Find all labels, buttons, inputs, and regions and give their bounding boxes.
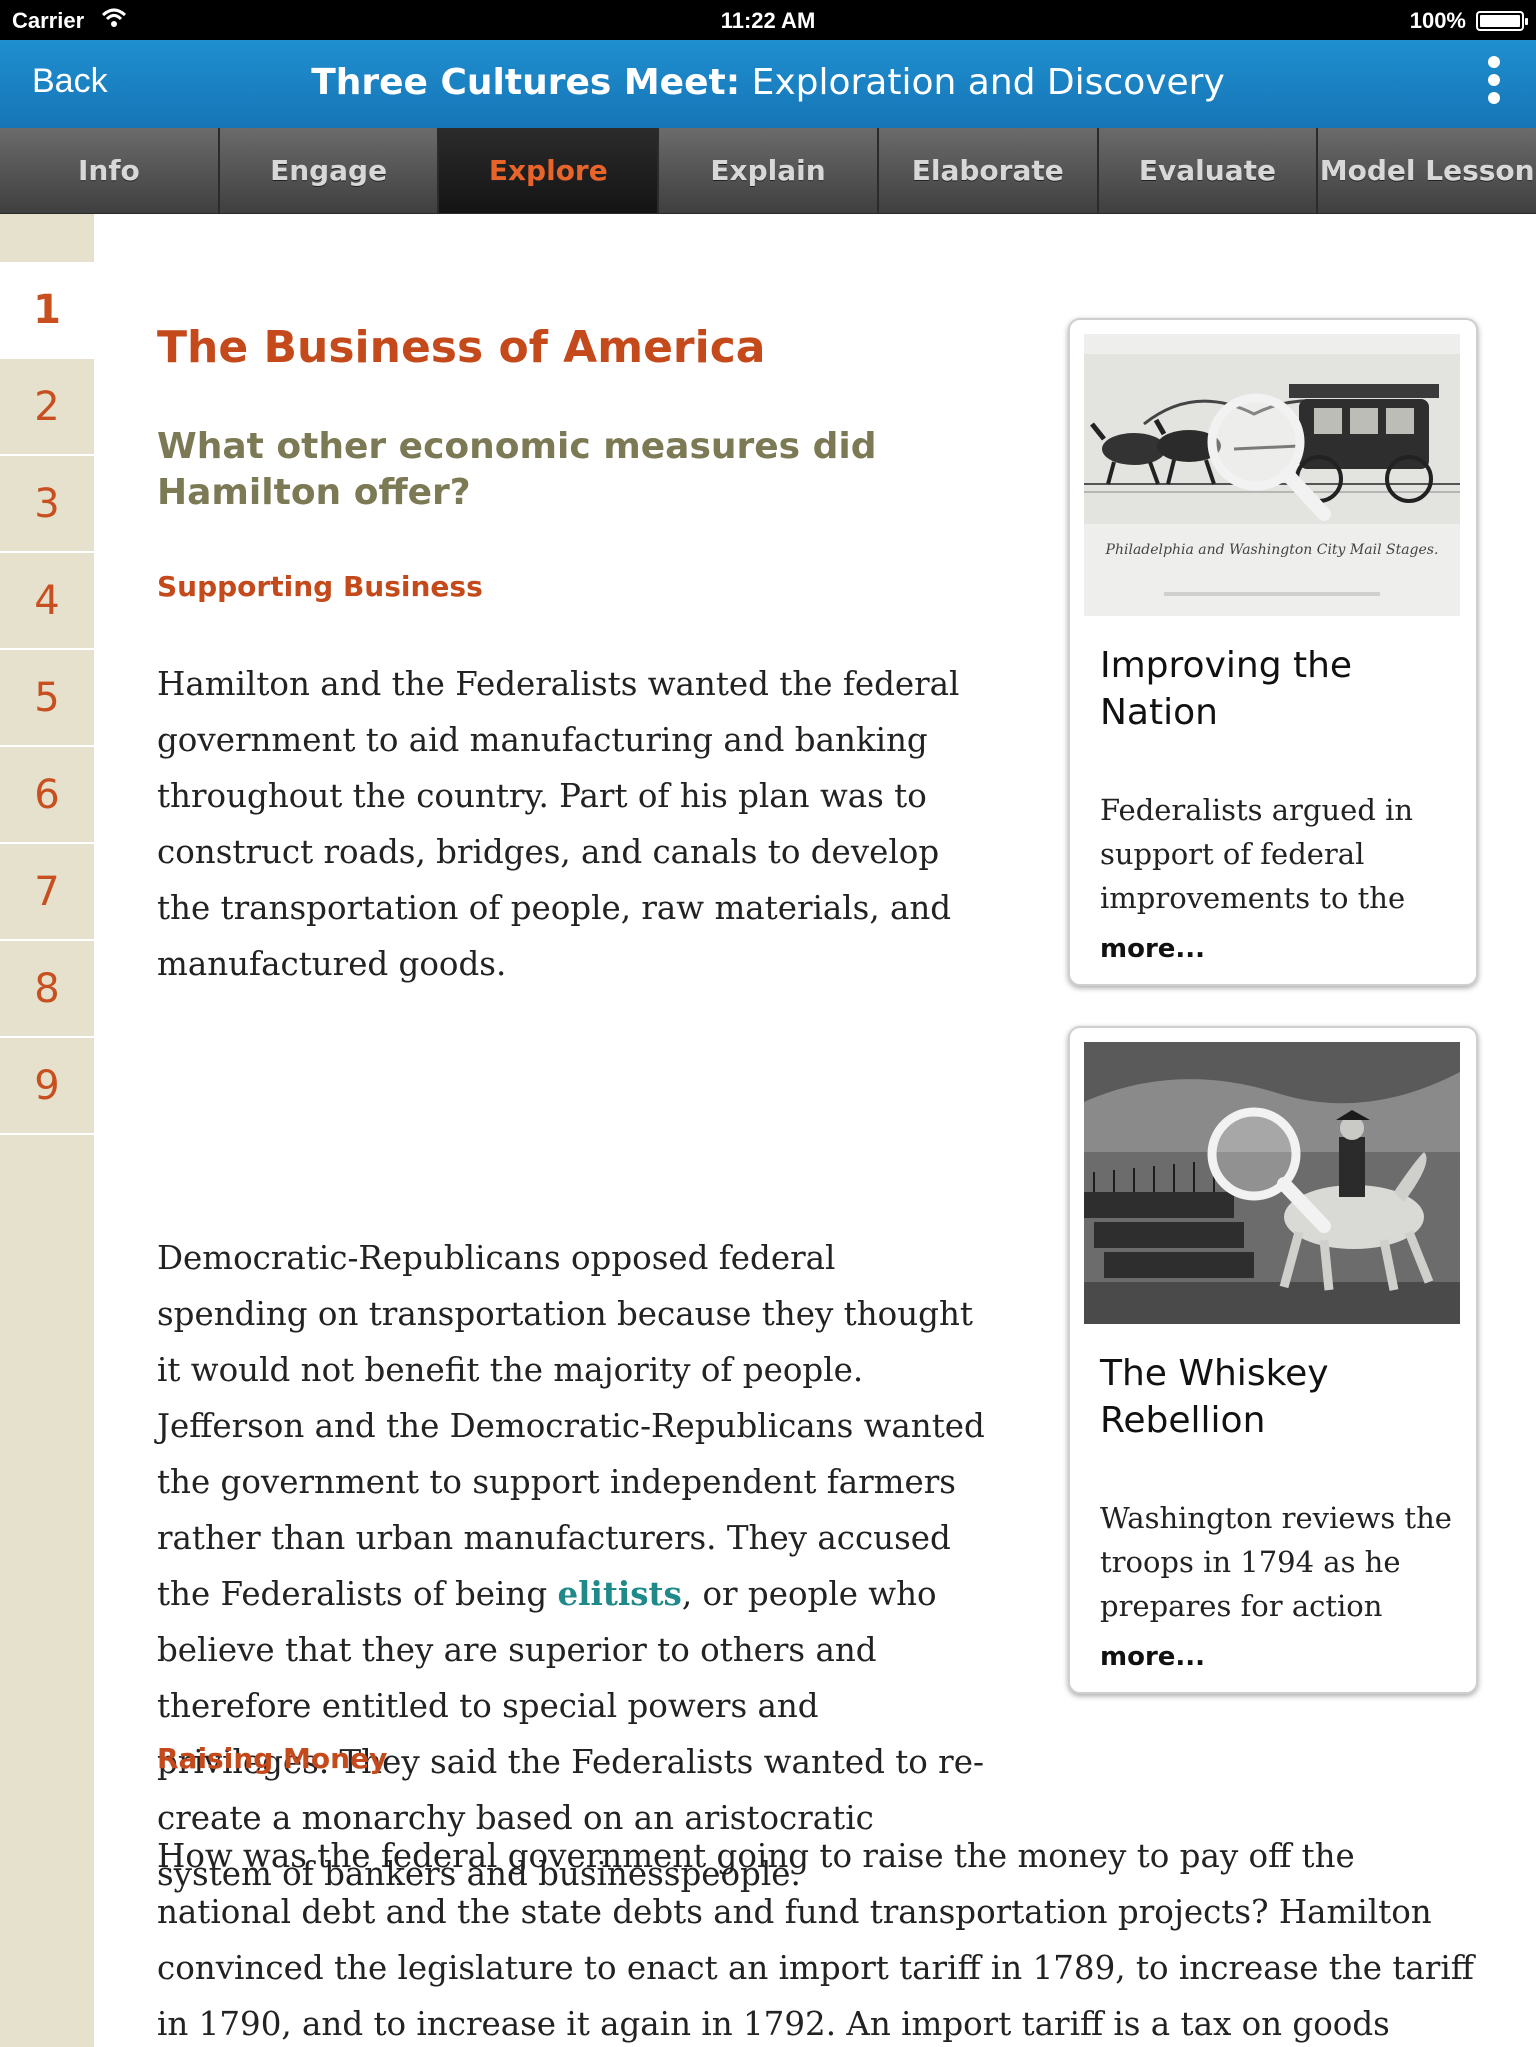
page-item-1[interactable]: 1 xyxy=(0,262,94,359)
card-description: Washington reviews the troops in 1794 as… xyxy=(1100,1501,1452,1623)
mail-stage-image[interactable]: Philadelphia and Washington City Mail St… xyxy=(1084,334,1460,616)
more-link[interactable]: more... xyxy=(1100,934,1205,964)
battery-percent: 100% xyxy=(1409,8,1466,33)
tab-explore[interactable]: Explore xyxy=(439,128,660,213)
status-bar: Carrier 11:22 AM 100% xyxy=(0,0,1536,40)
battery-icon xyxy=(1476,11,1528,31)
tab-model-lesson[interactable]: Model Lesson xyxy=(1318,128,1536,213)
page-item-8[interactable]: 8 xyxy=(0,941,94,1038)
tab-engage[interactable]: Engage xyxy=(220,128,440,213)
more-link[interactable]: more... xyxy=(1100,1642,1205,1672)
title-rest: Exploration and Discovery xyxy=(740,62,1225,103)
page-item-3[interactable]: 3 xyxy=(0,456,94,553)
page-item-9[interactable]: 9 xyxy=(0,1038,94,1135)
paragraph-2: Democratic-Republicans opposed federal s… xyxy=(157,1230,987,1902)
glossary-term-elitists[interactable]: elitists xyxy=(557,1574,681,1613)
more-options-icon[interactable] xyxy=(1486,56,1502,112)
page-item-7[interactable]: 7 xyxy=(0,844,94,941)
paragraph-2-text-a: Democratic-Republicans opposed federal s… xyxy=(157,1239,985,1613)
page-item-2[interactable]: 2 xyxy=(0,359,94,456)
washington-review-image[interactable] xyxy=(1084,1042,1460,1324)
paragraph-3: How was the federal government going to … xyxy=(157,1837,1474,2043)
article-title: The Business of America xyxy=(157,322,766,373)
media-card-improving-the-nation[interactable]: Philadelphia and Washington City Mail St… xyxy=(1068,318,1478,986)
paragraph-1: Hamilton and the Federalists wanted the … xyxy=(157,665,960,983)
page-item-6[interactable]: 6 xyxy=(0,747,94,844)
guiding-question: What other economic measures did Hamilto… xyxy=(157,426,877,513)
card-title: The Whiskey Rebellion xyxy=(1100,1353,1329,1441)
title-bold: Three Cultures Meet: xyxy=(311,62,741,103)
card-description: Federalists argued in support of federal… xyxy=(1100,793,1414,915)
tab-info[interactable]: Info xyxy=(0,128,220,213)
title-bar: Back Three Cultures Meet: Exploration an… xyxy=(0,40,1536,128)
section-heading-supporting-business: Supporting Business xyxy=(157,570,483,603)
image-caption: Philadelphia and Washington City Mail St… xyxy=(1105,542,1439,558)
card-title: Improving the Nation xyxy=(1100,645,1353,733)
page-item-5[interactable]: 5 xyxy=(0,650,94,747)
clock: 11:22 AM xyxy=(720,8,816,33)
section-heading-raising-money: Raising Money xyxy=(157,1742,388,1775)
tab-evaluate[interactable]: Evaluate xyxy=(1099,128,1319,213)
media-card-whiskey-rebellion[interactable]: The Whiskey Rebellion Washington reviews… xyxy=(1068,1026,1478,1694)
page-item-4[interactable]: 4 xyxy=(0,553,94,650)
tab-elaborate[interactable]: Elaborate xyxy=(879,128,1099,213)
page-title: Three Cultures Meet: Exploration and Dis… xyxy=(0,62,1536,103)
tab-explain[interactable]: Explain xyxy=(659,128,879,213)
tab-bar: Info Engage Explore Explain Elaborate Ev… xyxy=(0,128,1536,214)
page-navigator: 1 2 3 4 5 6 7 8 9 xyxy=(0,214,94,2047)
